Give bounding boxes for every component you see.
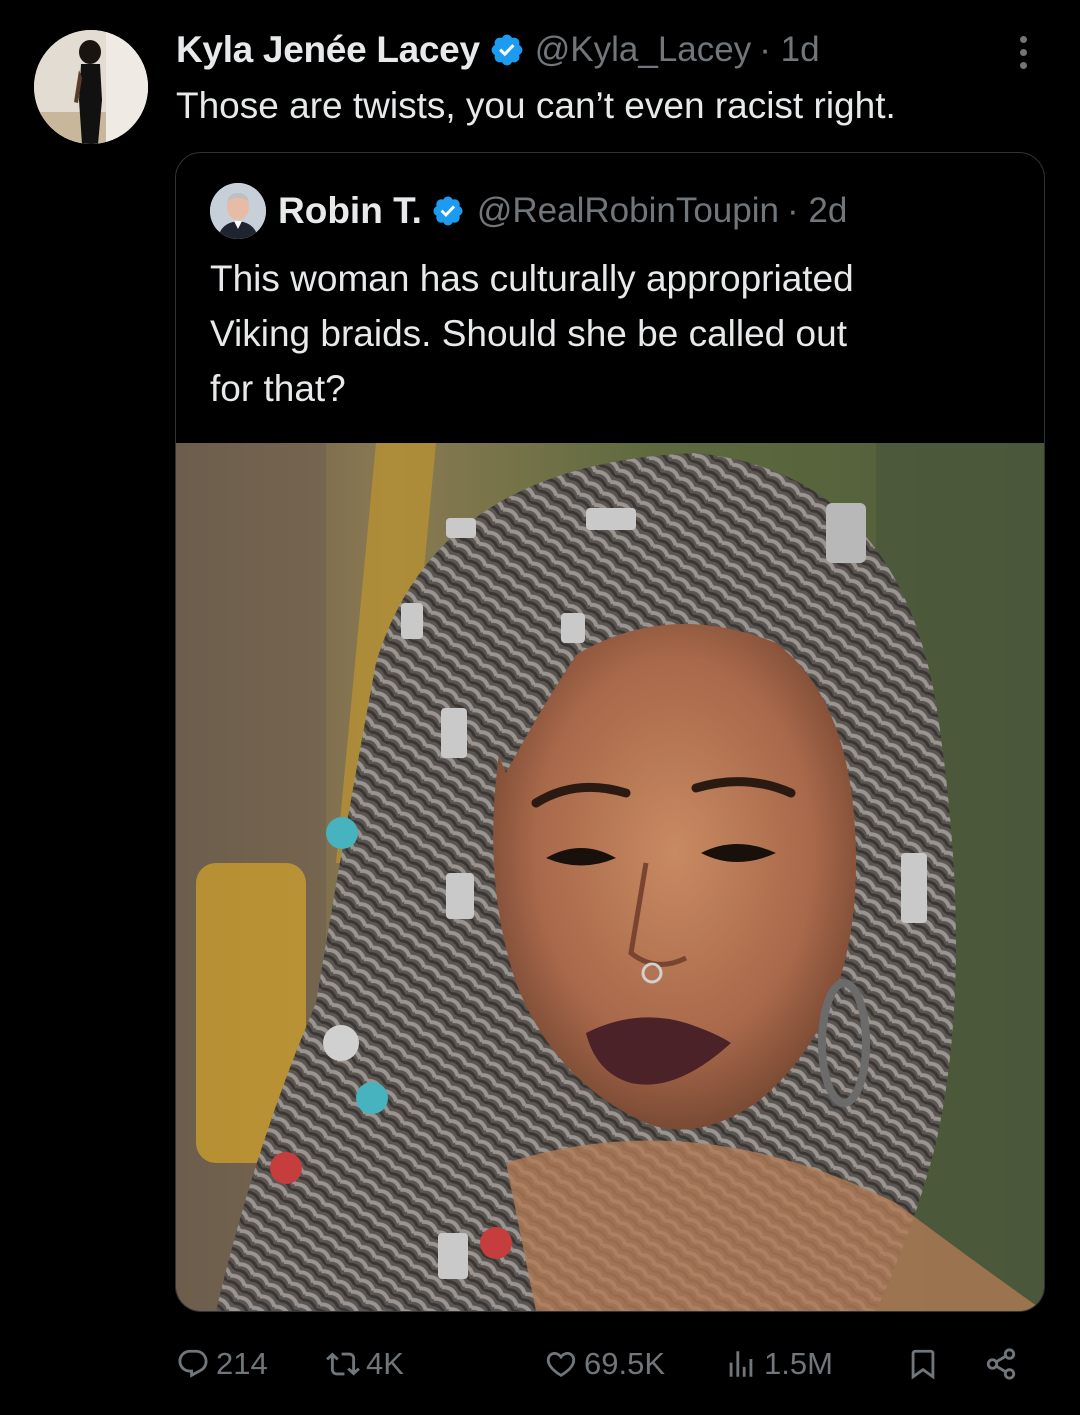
reply-count: 214 bbox=[216, 1346, 268, 1381]
reply-button[interactable]: 214 bbox=[176, 1336, 268, 1392]
post-header: Kyla Jenée Lacey @Kyla_Lacey · 1d bbox=[176, 24, 820, 76]
quoted-author-handle[interactable]: @RealRobinToupin bbox=[477, 191, 779, 231]
post-text: Those are twists, you can’t even racist … bbox=[176, 85, 896, 126]
like-button[interactable]: 69.5K bbox=[544, 1336, 665, 1392]
author-avatar[interactable] bbox=[34, 30, 148, 144]
heart-icon bbox=[546, 1351, 576, 1377]
repost-count: 4K bbox=[366, 1346, 404, 1381]
repost-icon bbox=[326, 1352, 360, 1376]
quoted-avatar-photo bbox=[210, 183, 266, 239]
quoted-text-line: This woman has culturally appropriated bbox=[210, 258, 854, 299]
repost-button[interactable]: 4K bbox=[326, 1336, 404, 1392]
tweet: Kyla Jenée Lacey @Kyla_Lacey · 1d Those … bbox=[0, 0, 1080, 1415]
author-handle[interactable]: @Kyla_Lacey bbox=[535, 30, 751, 70]
share-icon bbox=[986, 1348, 1016, 1380]
quoted-author-display-name[interactable]: Robin T. bbox=[278, 190, 422, 232]
view-count: 1.5M bbox=[764, 1346, 833, 1381]
verified-badge-icon bbox=[491, 34, 523, 66]
action-bar: 214 4K 69.5K 1.5M bbox=[176, 1336, 1036, 1392]
quoted-author-avatar[interactable] bbox=[210, 183, 266, 239]
quoted-text-line: for that? bbox=[210, 368, 346, 409]
bookmark-icon bbox=[911, 1349, 935, 1380]
more-icon[interactable] bbox=[1006, 32, 1042, 72]
reply-icon bbox=[178, 1349, 208, 1378]
views-chart-icon bbox=[729, 1351, 753, 1377]
quoted-text-line: Viking braids. Should she be called out bbox=[210, 313, 847, 354]
quoted-post-image[interactable] bbox=[176, 443, 1044, 1311]
portrait-photo bbox=[176, 443, 1044, 1311]
quoted-post[interactable]: Robin T. @RealRobinToupin · 2d This woma… bbox=[175, 152, 1045, 1312]
quoted-post-time[interactable]: · 2d bbox=[787, 191, 847, 231]
verified-badge-icon bbox=[433, 196, 463, 226]
bookmark-button[interactable] bbox=[906, 1336, 946, 1392]
post-time[interactable]: · 1d bbox=[759, 30, 819, 70]
like-count: 69.5K bbox=[584, 1346, 666, 1381]
quoted-post-header: Robin T. @RealRobinToupin · 2d bbox=[278, 185, 847, 237]
author-display-name[interactable]: Kyla Jenée Lacey bbox=[176, 29, 480, 71]
quoted-post-text: This woman has culturally appropriated V… bbox=[210, 251, 1010, 416]
views-button[interactable]: 1.5M bbox=[724, 1336, 833, 1392]
avatar-photo bbox=[34, 30, 148, 144]
share-button[interactable] bbox=[984, 1336, 1024, 1392]
